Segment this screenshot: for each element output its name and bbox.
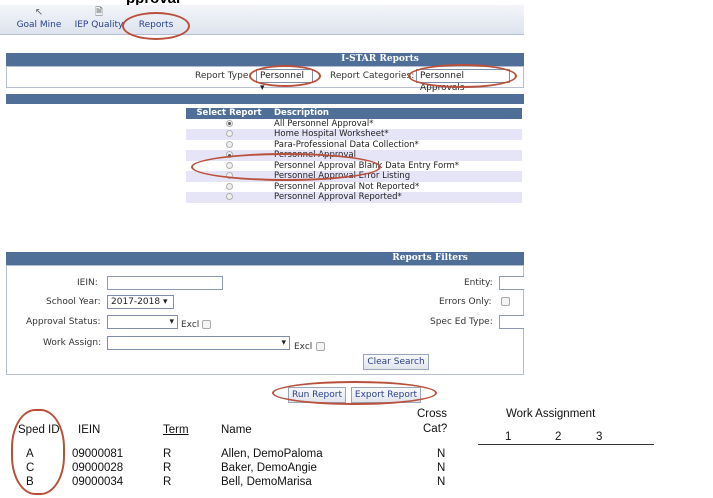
entity-input[interactable] [499, 276, 524, 290]
spec-ed-type-input[interactable] [499, 315, 524, 329]
radio-button[interactable] [225, 193, 233, 201]
toolbar-item-label: Goal Mine [16, 20, 62, 30]
cell-cross: N [437, 462, 446, 474]
column-header-iein: IEIN [78, 424, 101, 436]
report-description: Home Hospital Worksheet* [272, 129, 522, 140]
school-year-select[interactable]: 2017-2018 ▾ [107, 295, 174, 309]
filters-header: Reports Filters [6, 252, 524, 265]
column-header-description: Description [272, 108, 522, 119]
column-header-wa-1: 1 [505, 431, 512, 443]
cell-term: R [163, 476, 172, 488]
radio-button[interactable] [225, 119, 233, 127]
cell-iein: 09000034 [72, 476, 124, 488]
report-description: Personnel Approval [272, 150, 522, 161]
column-header-wa-2: 2 [555, 431, 562, 443]
istar-header: I-STAR Reports [6, 53, 524, 66]
column-header-cat: Cat? [423, 423, 448, 435]
column-header-work-assignment: Work Assignment [506, 408, 596, 420]
table-row[interactable]: Personnel Approval Not Reported* [186, 182, 522, 193]
school-year-label: School Year: [46, 297, 101, 307]
work-assign-select[interactable]: ▾ [107, 336, 290, 350]
cell-name: Allen, DemoPaloma [221, 448, 323, 460]
toolbar-item-label: IEP Quality [74, 20, 124, 30]
cell-cross: N [437, 448, 446, 460]
istar-title: I-STAR Reports [341, 54, 419, 64]
report-type-label: Report Type: [195, 71, 252, 81]
report-type-select[interactable]: Personnel ▾ [256, 69, 313, 93]
iein-label: IEIN: [77, 278, 98, 288]
chevron-down-icon: ▾ [281, 338, 286, 348]
header-divider [478, 444, 654, 445]
excl-label: Excl [294, 342, 313, 352]
approval-status-label: Approval Status: [26, 317, 101, 327]
spec-ed-type-label: Spec Ed Type: [430, 317, 493, 327]
approval-status-excl-checkbox[interactable] [202, 320, 211, 329]
cell-term: R [163, 462, 172, 474]
section-divider-bar [6, 94, 524, 104]
table-row[interactable]: Personnel Approval [186, 150, 522, 161]
annotation-oval-sped-id [11, 409, 65, 495]
radio-button[interactable] [225, 172, 233, 180]
approval-status-select[interactable]: ▾ [107, 315, 178, 329]
report-select-table: Select Report Description All Personnel … [186, 108, 522, 203]
cell-iein: 09000028 [72, 462, 124, 474]
cell-name: Bell, DemoMarisa [221, 476, 312, 488]
toolbar-item-iep-quality[interactable]: 🗎 IEP Quality [72, 7, 126, 31]
cell-term: R [163, 448, 172, 460]
table-row[interactable]: All Personnel Approval* [186, 119, 522, 130]
toolbar: ↖ Goal Mine 🗎 IEP Quality Reports [0, 5, 524, 35]
excl-label: Excl [181, 320, 200, 330]
filters-title: Reports Filters [392, 253, 468, 263]
cell-sped-id: C [26, 462, 35, 474]
column-header-select: Select Report [186, 108, 272, 119]
clear-search-button[interactable]: Clear Search [363, 354, 429, 370]
radio-button[interactable] [225, 161, 233, 169]
cursor-icon: ↖ [34, 7, 44, 18]
document-icon: 🗎 [94, 7, 104, 18]
work-assign-label: Work Assign: [43, 338, 102, 348]
report-categories-select[interactable]: Personnel Approvals [416, 69, 510, 93]
table-row[interactable]: Home Hospital Worksheet* [186, 129, 522, 140]
radio-button[interactable] [225, 140, 233, 148]
report-description: Para-Professional Data Collection* [274, 139, 419, 150]
errors-only-label: Errors Only: [439, 297, 492, 307]
report-description: Personnel Approval Error Listing [272, 171, 522, 182]
column-header-cross: Cross [417, 408, 448, 420]
report-description: Personnel Approval Not Reported* [274, 181, 420, 192]
cell-name: Baker, DemoAngie [221, 462, 317, 474]
toolbar-item-reports[interactable]: Reports [134, 7, 178, 31]
entity-label: Entity: [464, 278, 493, 288]
cell-iein: 09000081 [72, 448, 124, 460]
radio-button[interactable] [225, 130, 233, 138]
report-description: Personnel Approval Blank Data Entry Form… [274, 160, 460, 171]
column-header-term[interactable]: Term [163, 424, 189, 436]
report-categories-label: Report Categories: [330, 71, 415, 81]
work-assign-excl-checkbox[interactable] [316, 342, 325, 351]
report-description: All Personnel Approval* [274, 118, 374, 129]
table-row[interactable]: Para-Professional Data Collection* [186, 140, 522, 151]
toolbar-item-goal-mine[interactable]: ↖ Goal Mine [14, 7, 64, 31]
column-header-wa-3: 3 [596, 431, 603, 443]
table-row[interactable]: Personnel Approval Blank Data Entry Form… [186, 161, 522, 172]
errors-only-checkbox[interactable] [501, 297, 510, 306]
chevron-down-icon: ▾ [260, 83, 265, 93]
cell-cross: N [437, 476, 446, 488]
run-report-button[interactable]: Run Report [288, 387, 346, 403]
cell-sped-id: B [26, 476, 34, 488]
table-row[interactable]: Personnel Approval Reported* [186, 192, 522, 203]
iein-input[interactable] [107, 276, 223, 290]
export-report-button[interactable]: Export Report [351, 387, 421, 403]
chevron-down-icon: ▾ [162, 297, 168, 307]
radio-button[interactable] [225, 151, 233, 159]
table-row[interactable]: Personnel Approval Error Listing [186, 171, 522, 182]
column-header-name: Name [221, 424, 252, 436]
cell-sped-id: A [26, 448, 34, 460]
toolbar-item-label: Reports [138, 20, 174, 30]
chevron-down-icon: ▾ [169, 317, 174, 327]
report-description: Personnel Approval Reported* [272, 192, 522, 203]
radio-button[interactable] [225, 182, 233, 190]
column-header-sped-id: Sped ID [18, 424, 60, 436]
